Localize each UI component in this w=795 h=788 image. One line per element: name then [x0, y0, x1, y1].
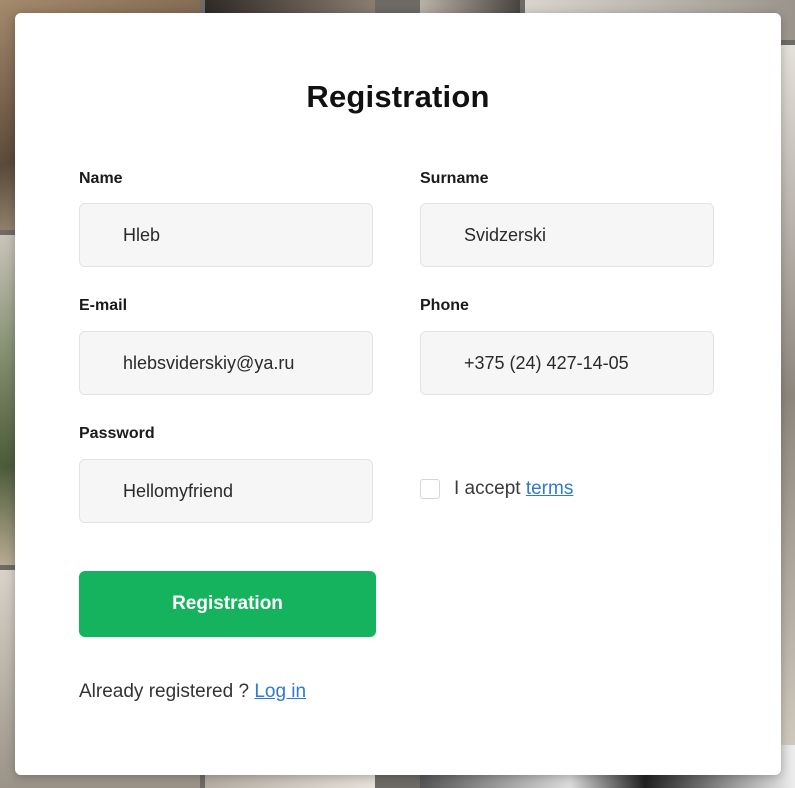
- terms-link[interactable]: terms: [526, 478, 574, 499]
- password-input[interactable]: [79, 459, 373, 523]
- phone-input[interactable]: [420, 331, 714, 395]
- name-input[interactable]: [79, 203, 373, 267]
- surname-input[interactable]: [420, 203, 714, 267]
- modal-title: Registration: [306, 79, 490, 114]
- email-input[interactable]: [79, 331, 373, 395]
- registration-button[interactable]: Registration: [79, 571, 376, 637]
- terms-label: I accept terms: [454, 478, 574, 499]
- terms-checkbox[interactable]: [420, 479, 440, 499]
- password-label: Password: [79, 425, 155, 442]
- login-prompt: Already registered ? Log in: [79, 681, 306, 703]
- name-label: Name: [79, 170, 123, 187]
- login-prompt-text: Already registered ?: [79, 681, 250, 702]
- terms-row: I accept terms: [420, 476, 573, 502]
- surname-label: Surname: [420, 170, 489, 187]
- email-label: E-mail: [79, 297, 128, 314]
- phone-label: Phone: [420, 297, 469, 314]
- login-link[interactable]: Log in: [254, 681, 306, 702]
- registration-modal: Registration Name Surname E-mail Phone P…: [15, 13, 781, 775]
